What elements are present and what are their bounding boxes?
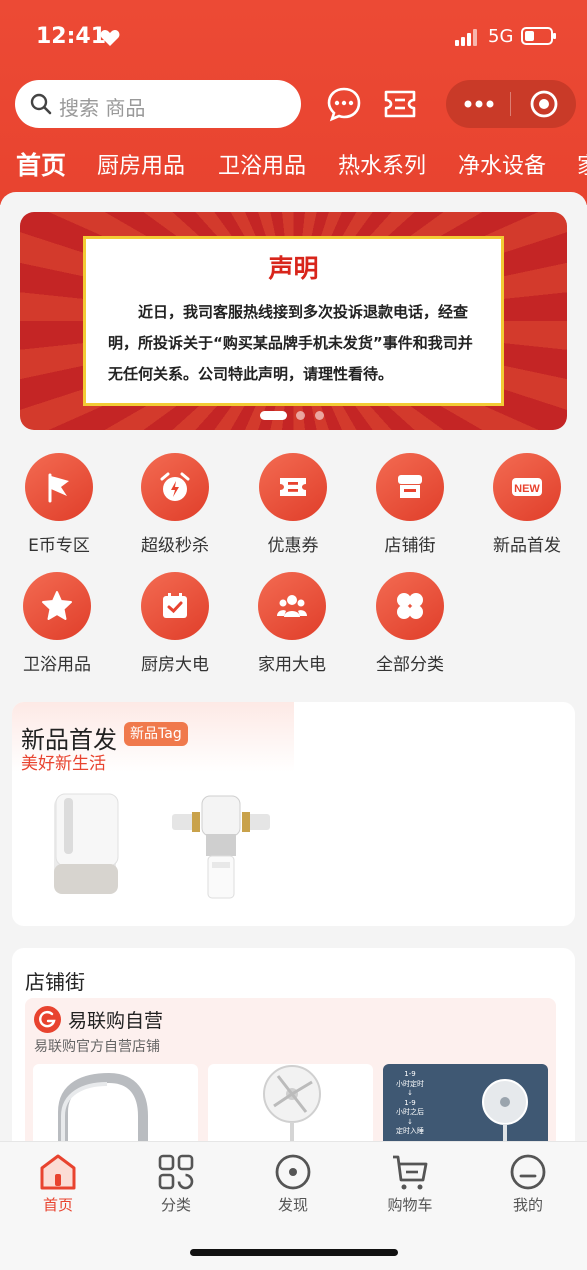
grid-label: E币专区 (28, 536, 90, 556)
notice-title: 声明 (268, 254, 319, 283)
tab-bathroom[interactable]: 卫浴用品 (218, 148, 306, 180)
shop-product-fan[interactable] (208, 1064, 373, 1148)
grid-item-flash-sale[interactable]: 超级秒杀 (125, 453, 225, 556)
shop-logo (34, 1006, 61, 1033)
grid-item-coupons[interactable]: 优惠券 (243, 453, 343, 556)
shop-product-faucet[interactable] (33, 1064, 198, 1148)
grid-item-all-categories[interactable]: 全部分类 (360, 572, 460, 675)
people-icon (277, 595, 307, 617)
coupon-icon (280, 478, 306, 496)
more-dots-icon (464, 100, 494, 108)
status-bar: 12:41 5G (0, 20, 587, 56)
target-icon (530, 90, 558, 118)
profile-icon (510, 1154, 546, 1190)
grid-label: 优惠券 (267, 536, 319, 556)
header: 12:41 5G 搜索 商品 首页 厨房用品 卫浴用品 热水系列 净水设备 家 (0, 0, 587, 232)
grid-item-new-arrivals[interactable]: NEW 新品首发 (477, 453, 577, 556)
nav-label: 发现 (277, 1196, 308, 1214)
calendar-check-icon (163, 593, 187, 618)
flag-icon (48, 473, 69, 503)
new-products-card[interactable]: 新品首发 新品Tag 美好新生活 (12, 702, 575, 926)
signal-icon (455, 28, 481, 46)
close-button[interactable] (511, 80, 576, 128)
grid-label: 新品首发 (493, 536, 561, 556)
nav-label: 购物车 (387, 1196, 433, 1214)
tab-home-appliance[interactable]: 家 (577, 148, 587, 180)
tab-home[interactable]: 首页 (16, 148, 66, 182)
new-tag-badge: 新品Tag (124, 722, 188, 746)
nav-profile[interactable]: 我的 (478, 1152, 578, 1215)
battery-icon (521, 27, 556, 45)
promo-text: 1-9 小时定时 ↓ 1-9 小时之后 ↓ 定时入睡 (396, 1070, 424, 1135)
grid-label: 卫浴用品 (23, 655, 91, 675)
grid-label: 厨房大电 (141, 655, 209, 675)
svg-text:NEW: NEW (514, 483, 540, 495)
scan-coupon-button[interactable] (382, 86, 418, 122)
product-image-prefilter[interactable] (166, 790, 276, 902)
new-badge-icon: NEW (512, 478, 542, 496)
grid-item-ecoin[interactable]: E币专区 (9, 453, 109, 556)
nav-discover[interactable]: 发现 (243, 1152, 343, 1215)
search-icon (30, 93, 52, 115)
star-icon (42, 591, 72, 620)
nav-label: 首页 (42, 1196, 73, 1214)
mini-program-capsule (446, 80, 576, 128)
grid-label: 全部分类 (376, 655, 444, 675)
coupon-outline-icon (384, 90, 416, 118)
banner-carousel[interactable]: 声明 近日，我司客服热线接到多次投诉退款电话，经查明，所投诉关于“购买某品牌手机… (20, 212, 567, 430)
nav-home[interactable]: 首页 (8, 1152, 108, 1215)
notice-card: 声明 近日，我司客服热线接到多次投诉退款电话，经查明，所投诉关于“购买某品牌手机… (83, 236, 504, 406)
message-button[interactable] (326, 86, 362, 122)
more-button[interactable] (446, 80, 510, 128)
grid-label: 店铺街 (384, 536, 436, 556)
shop-description: 易联购官方自营店铺 (34, 1039, 160, 1055)
grid-item-bathroom[interactable]: 卫浴用品 (7, 572, 107, 675)
four-leaf-icon (397, 593, 423, 619)
search-placeholder: 搜索 商品 (59, 96, 146, 120)
status-time: 12:41 (36, 24, 107, 49)
network-type: 5G (488, 26, 514, 47)
shop-street-card: 店铺街 易联购自营 易联购官方自营店铺 1-9 小时定时 ↓ 1-9 小时之后 … (12, 948, 575, 1148)
heart-icon (100, 30, 120, 46)
shop-logo-mark (39, 1011, 56, 1028)
grid-label: 超级秒杀 (141, 536, 209, 556)
grid-item-shop-street[interactable]: 店铺街 (360, 453, 460, 556)
shop-name: 易联购自营 (68, 1010, 164, 1032)
tab-water-purifier[interactable]: 净水设备 (458, 148, 546, 180)
section-title: 店铺街 (25, 970, 85, 994)
product-image-water-purifier[interactable] (50, 788, 130, 900)
notice-body: 近日，我司客服热线接到多次投诉退款电话，经查明，所投诉关于“购买某品牌手机未发货… (108, 303, 473, 383)
grid-label: 家用大电 (258, 655, 326, 675)
nav-label: 分类 (160, 1196, 191, 1214)
shop-panel[interactable]: 易联购自营 易联购官方自营店铺 1-9 小时定时 ↓ 1-9 小时之后 ↓ 定时… (25, 998, 556, 1148)
home-indicator (190, 1249, 398, 1256)
tab-kitchen[interactable]: 厨房用品 (97, 148, 185, 180)
shop-product-fan-promo[interactable]: 1-9 小时定时 ↓ 1-9 小时之后 ↓ 定时入睡 (383, 1064, 548, 1148)
fan-promo-image (482, 1079, 528, 1148)
faucet-image (58, 1072, 148, 1148)
section-subtitle: 美好新生活 (21, 754, 106, 774)
chat-icon (327, 87, 361, 122)
category-icon (158, 1154, 194, 1190)
alarm-clock-icon (160, 472, 190, 501)
nav-category[interactable]: 分类 (126, 1152, 226, 1215)
category-tabs: 首页 厨房用品 卫浴用品 热水系列 净水设备 家 (0, 148, 587, 182)
shop-icon (398, 475, 422, 498)
search-bar[interactable]: 搜索 商品 (15, 80, 301, 128)
nav-label: 我的 (512, 1196, 543, 1214)
discover-icon (275, 1154, 311, 1190)
nav-cart[interactable]: 购物车 (360, 1152, 460, 1215)
grid-item-kitchen-appliance[interactable]: 厨房大电 (125, 572, 225, 675)
cart-icon (393, 1155, 428, 1190)
tab-hot-water[interactable]: 热水系列 (338, 148, 426, 180)
home-icon (40, 1154, 76, 1190)
fan-image (263, 1065, 321, 1148)
grid-item-home-appliance[interactable]: 家用大电 (242, 572, 342, 675)
